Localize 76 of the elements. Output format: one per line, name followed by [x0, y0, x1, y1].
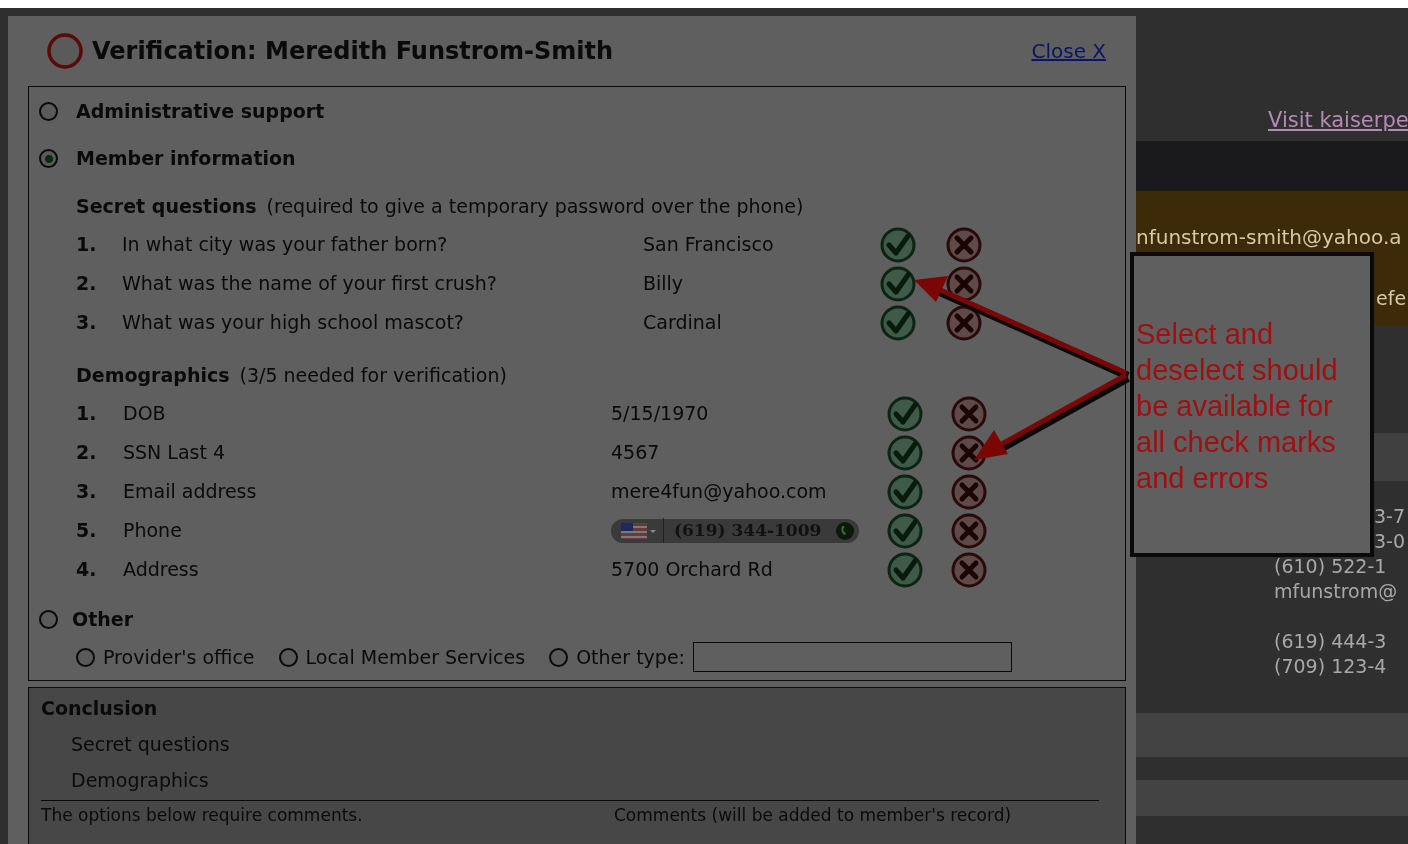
option-label: Member information: [76, 146, 296, 172]
answer-text: San Francisco: [643, 232, 775, 258]
field-label: Phone: [123, 518, 183, 544]
radio-button[interactable]: [549, 647, 569, 667]
option-label: Other type:: [576, 644, 685, 670]
email-text: nfunstrom-smith@yahoo.a: [1136, 224, 1402, 251]
section-heading: Demographics: [76, 362, 230, 388]
status-ring-icon: [46, 32, 84, 70]
check-icon[interactable]: [887, 473, 923, 510]
error-icon[interactable]: [946, 265, 982, 302]
radio-button[interactable]: [39, 609, 58, 629]
field-value: 4567: [611, 440, 661, 466]
radio-button[interactable]: [278, 647, 298, 667]
row-number: 2.: [76, 440, 98, 466]
error-icon[interactable]: [951, 512, 987, 549]
radio-button[interactable]: [39, 149, 58, 168]
row-number: 3.: [76, 310, 98, 336]
contact-text: (709) 123-4: [1274, 654, 1387, 679]
conclusion-item: Secret questions: [70, 731, 231, 757]
section-note: (required to give a temporary password over the phone): [266, 193, 804, 219]
field-label: DOB: [123, 401, 167, 427]
comments-note: The options below require comments.: [41, 804, 364, 827]
answer-text: Cardinal: [643, 310, 723, 336]
check-icon[interactable]: [887, 512, 923, 549]
annotation-text: Select and deselect should be available for all check marks and errors: [1136, 317, 1339, 496]
check-icon[interactable]: [880, 226, 916, 263]
check-icon[interactable]: [887, 395, 923, 432]
check-icon[interactable]: [880, 265, 916, 302]
option-label: Administrative support: [76, 99, 325, 125]
row-number: 1.: [76, 401, 98, 427]
site-link[interactable]: Visit kaiserpe: [1268, 105, 1408, 137]
section-note: (3/5 needed for verification): [239, 362, 507, 388]
field-label: SSN Last 4: [123, 440, 227, 466]
field-label: Address: [123, 557, 200, 583]
error-icon[interactable]: [951, 551, 987, 588]
error-icon[interactable]: [946, 226, 982, 263]
contact-text: (610) 522-1: [1274, 554, 1388, 579]
row-number: 5.: [76, 518, 98, 544]
comments-label: Comments (will be added to member's record): [614, 804, 1012, 827]
field-value: mere4fun@yahoo.com: [611, 479, 828, 505]
field-value: 5700 Orchard Rd: [611, 557, 774, 583]
error-icon[interactable]: [946, 304, 982, 341]
row-number: 2.: [76, 271, 98, 297]
check-icon[interactable]: [887, 434, 923, 471]
row-number: 1.: [76, 232, 98, 258]
contact-text: 3-7: [1374, 504, 1406, 529]
question-text: What was the name of your first crush?: [122, 271, 498, 297]
option-label: Provider's office: [103, 644, 255, 670]
check-icon[interactable]: [880, 304, 916, 341]
radio-button[interactable]: [76, 647, 95, 667]
check-icon[interactable]: [887, 551, 923, 588]
close-link[interactable]: Close X: [1031, 36, 1106, 66]
flag-icon: [621, 522, 657, 539]
dialog-title: Verification: Meredith Funstrom-Smith: [92, 36, 614, 67]
error-icon[interactable]: [951, 434, 987, 471]
answer-text: Billy: [643, 271, 685, 297]
error-icon[interactable]: [951, 473, 987, 510]
field-value: 5/15/1970: [611, 401, 710, 427]
conclusion-item: Demographics: [70, 767, 210, 793]
phone-icon: [835, 520, 855, 541]
section-heading: Secret questions: [76, 193, 257, 219]
row-number: 3.: [76, 479, 98, 505]
contact-text: mfunstrom@: [1274, 579, 1398, 604]
conclusion-heading: Conclusion: [41, 695, 159, 721]
field-text: efe: [1376, 286, 1407, 311]
other-type-field[interactable]: [693, 642, 1012, 672]
radio-button[interactable]: [39, 102, 58, 121]
option-label: Other: [72, 606, 134, 632]
question-text: What was your high school mascot?: [122, 310, 465, 336]
field-label: Email address: [123, 479, 258, 505]
question-text: In what city was your father born?: [122, 232, 449, 258]
contact-text: (619) 444-3: [1274, 629, 1387, 654]
contact-text: 3-0: [1374, 529, 1406, 554]
option-label: Local Member Services: [305, 644, 526, 670]
error-icon[interactable]: [951, 395, 987, 432]
row-number: 4.: [76, 557, 98, 583]
